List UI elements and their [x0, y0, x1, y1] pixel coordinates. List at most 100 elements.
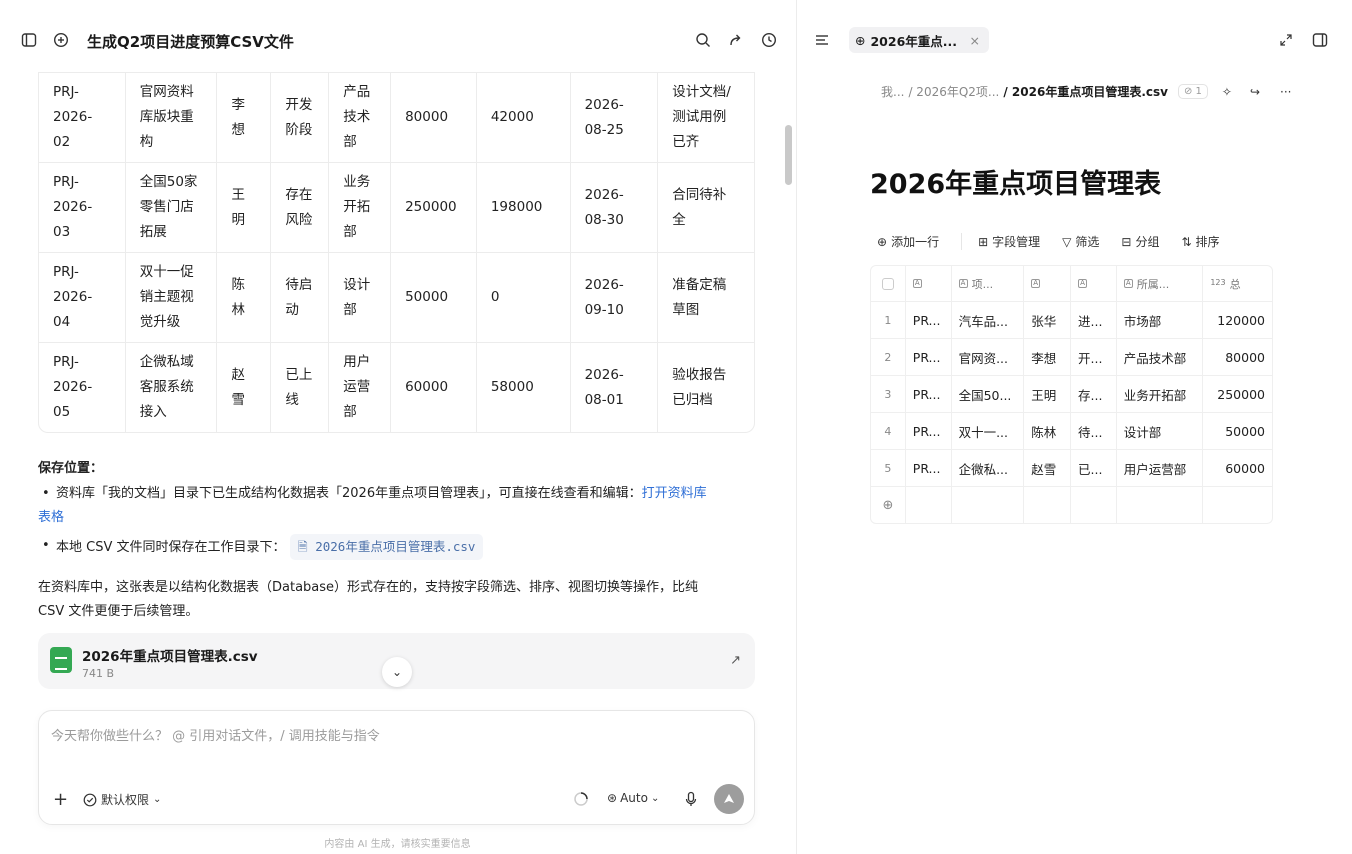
spent-cell: 0	[475, 253, 570, 342]
open-external-icon[interactable]: ↗	[730, 653, 741, 668]
add-row-icon[interactable]: ⊕	[871, 487, 905, 523]
badge-count: 1	[1195, 86, 1202, 97]
grid-row[interactable]: 1 PR... 汽车品... 张华 进... 市场部 120000	[871, 301, 1272, 338]
row-number: 4	[884, 424, 892, 438]
grid-row[interactable]: 4 PR... 双十一... 陈林 待... 设计部 50000	[871, 412, 1272, 449]
scrollbar[interactable]	[785, 125, 792, 185]
csv-file-card[interactable]: 2026年重点项目管理表.csv 741 B ⌄ ↗	[38, 633, 755, 689]
grid-cell[interactable]: 80000	[1202, 339, 1272, 375]
open-library-link[interactable]: 打开资料库	[642, 486, 707, 501]
chat-input-placeholder[interactable]: 今天帮你做些什么？ @ 引用对话文件，/ 调用技能与指令	[51, 725, 380, 744]
owner-text: 王 明	[231, 186, 245, 228]
panel-toggle-icon[interactable]	[1309, 29, 1331, 51]
grid-cell[interactable]: 进...	[1070, 302, 1116, 338]
column-header[interactable]: A 项...	[950, 266, 1024, 301]
grid-row[interactable]: 3 PR... 全国50... 王明 存... 业务开拓部 250000	[871, 375, 1272, 412]
grid-cell[interactable]: 已...	[1070, 450, 1116, 486]
grid-cell[interactable]: PR...	[904, 450, 951, 486]
grid-cell[interactable]: 50000	[1202, 413, 1272, 449]
sparkle-icon[interactable]: ✧	[1222, 85, 1232, 99]
grid-cell[interactable]: 60000	[1202, 450, 1272, 486]
due-date-cell: 2026- 08-25	[569, 73, 658, 162]
grid-row[interactable]: 2 PR... 官网资... 李想 开... 产品技术部 80000	[871, 338, 1272, 375]
group-button[interactable]: ⊟ 分组	[1121, 233, 1159, 250]
remarks-text: 验收报告 已归档	[672, 366, 727, 408]
file-path-chip[interactable]: 🗎 2026年重点项目管理表.csv	[289, 534, 484, 560]
grid-cell[interactable]: 待...	[1070, 413, 1116, 449]
column-header[interactable]: A	[1023, 266, 1070, 301]
link-count-badge[interactable]: ⊘ 1	[1177, 84, 1208, 99]
budget-cell: 50000	[390, 253, 476, 342]
column-header[interactable]: 123 总	[1202, 266, 1272, 301]
model-selector[interactable]: ⊛ Auto ⌄	[607, 791, 659, 805]
document-tab[interactable]: ⊕ 2026年重点... ×	[849, 27, 989, 53]
breadcrumb-item[interactable]: 我...	[881, 83, 904, 100]
grid-cell[interactable]: 用户运营部	[1115, 450, 1203, 486]
grid-cell[interactable]: 李想	[1023, 339, 1070, 375]
microphone-icon[interactable]	[685, 791, 697, 811]
grid-cell[interactable]: 陈林	[1023, 413, 1070, 449]
grid-cell[interactable]: PR...	[904, 376, 951, 412]
grid-cell[interactable]: PR...	[904, 302, 951, 338]
grid-cell[interactable]: 赵雪	[1023, 450, 1070, 486]
chat-input-box[interactable]: 今天帮你做些什么？ @ 引用对话文件，/ 调用技能与指令 + 默认权限 ⌄ ⊛ …	[38, 710, 755, 825]
grid-cell[interactable]: 王明	[1023, 376, 1070, 412]
add-row-line[interactable]: ⊕	[871, 486, 1272, 523]
grid-cell[interactable]: 开...	[1070, 339, 1116, 375]
share-icon[interactable]	[725, 29, 747, 51]
row-number: 1	[884, 313, 892, 327]
column-header[interactable]: A	[1070, 266, 1116, 301]
add-row-button[interactable]: ⊕ 添加一行	[877, 233, 939, 250]
new-chat-icon[interactable]	[50, 29, 72, 51]
grid-cell[interactable]: 设计部	[1115, 413, 1203, 449]
select-all-checkbox[interactable]	[871, 266, 905, 301]
due-date-text: 2026- 08-30	[584, 186, 624, 228]
history-icon[interactable]	[758, 29, 780, 51]
grid-cell[interactable]: PR...	[904, 339, 951, 375]
permission-selector[interactable]: 默认权限 ⌄	[83, 791, 161, 808]
grid-row[interactable]: 5 PR... 企微私... 赵雪 已... 用户运营部 60000	[871, 449, 1272, 486]
row-number: 3	[884, 387, 892, 401]
project-id-text: PRJ- 2026- 04	[53, 264, 93, 330]
breadcrumb-item[interactable]: / 2026年Q2项...	[908, 83, 999, 100]
grid-cell[interactable]: 双十一...	[950, 413, 1024, 449]
grid-cell[interactable]: 汽车品...	[950, 302, 1024, 338]
grid-cell[interactable]: 市场部	[1115, 302, 1203, 338]
chevron-down-icon[interactable]: ⌄	[382, 657, 412, 687]
model-icon: ⊛	[607, 791, 618, 805]
grid-cell[interactable]: 120000	[1202, 302, 1272, 338]
maximize-icon[interactable]	[1275, 29, 1297, 51]
filter-button[interactable]: ▽ 筛选	[1062, 233, 1099, 250]
field-manage-button[interactable]: ⊞ 字段管理	[961, 233, 1040, 250]
spent-text: 58000	[490, 379, 534, 395]
department-cell: 设计 部	[328, 253, 390, 342]
send-button[interactable]	[714, 784, 744, 814]
sort-button[interactable]: ⇅ 排序	[1181, 233, 1219, 250]
owner-cell: 王 明	[216, 163, 270, 252]
grid-cell[interactable]: PR...	[904, 413, 951, 449]
open-library-link-cont[interactable]: 表格	[38, 510, 64, 525]
grid-cell[interactable]: 官网资...	[950, 339, 1024, 375]
close-icon[interactable]: ×	[970, 33, 980, 48]
grid-cell[interactable]: 全国50...	[950, 376, 1024, 412]
grid-cell[interactable]: 张华	[1023, 302, 1070, 338]
menu-icon[interactable]	[811, 29, 833, 51]
grid-cell[interactable]: 存...	[1070, 376, 1116, 412]
status-cell: 待启 动	[270, 253, 328, 342]
column-header[interactable]: A 所属...	[1115, 266, 1203, 301]
search-icon[interactable]	[692, 29, 714, 51]
project-id-cell: PRJ- 2026- 04	[39, 253, 125, 342]
column-header[interactable]: A	[904, 266, 951, 301]
grid-cell[interactable]: 产品技术部	[1115, 339, 1203, 375]
grid-cell[interactable]: 250000	[1202, 376, 1272, 412]
toolbar-label: 添加一行	[891, 235, 940, 249]
plus-icon[interactable]: +	[53, 789, 68, 810]
status-text: 开发 阶段	[285, 96, 313, 138]
more-icon[interactable]: ···	[1280, 85, 1291, 99]
grid-cell[interactable]: 业务开拓部	[1115, 376, 1203, 412]
text-field-icon: A	[1123, 279, 1133, 288]
project-id-text: PRJ- 2026- 03	[53, 174, 93, 240]
share-icon[interactable]: ↪	[1250, 85, 1260, 99]
sidebar-toggle-icon[interactable]	[18, 29, 40, 51]
grid-cell[interactable]: 企微私...	[950, 450, 1024, 486]
